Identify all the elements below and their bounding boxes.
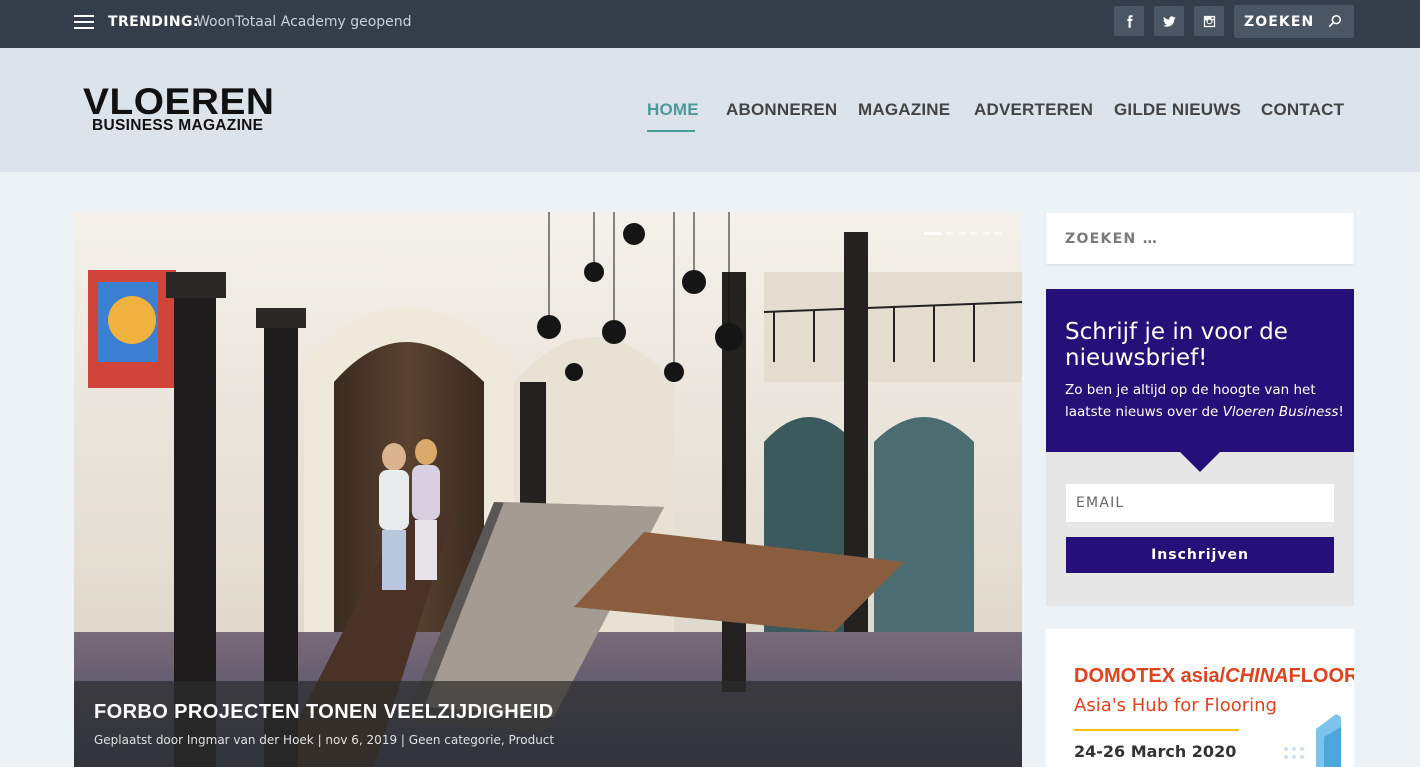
slider-dot[interactable] (946, 232, 954, 235)
ad-dates: 24-26 March 2020 (1074, 742, 1237, 761)
twitter-icon[interactable] (1154, 6, 1184, 36)
sidebar-search-input[interactable] (1046, 213, 1354, 264)
nav-contact[interactable]: CONTACT (1261, 100, 1344, 120)
featured-slider[interactable]: FORBO PROJECTEN TONEN VEELZIJDIGHEID Gep… (74, 212, 1022, 767)
newsletter-header: Schrijf je in voor de nieuwsbrief! Zo be… (1046, 289, 1354, 452)
facebook-icon[interactable] (1114, 6, 1144, 36)
menu-icon[interactable] (74, 15, 94, 29)
category-link[interactable]: Geen categorie (409, 733, 501, 747)
site-logo[interactable]: VLOEREN BUSINESS MAGAZINE (83, 83, 283, 138)
subscribe-button[interactable]: Inschrijven (1066, 537, 1334, 573)
category-separator: , (500, 733, 509, 747)
instagram-icon[interactable] (1194, 6, 1224, 36)
nav-active-indicator (647, 130, 695, 132)
email-field[interactable] (1066, 484, 1334, 522)
ad-title-end: FLOOR (1288, 665, 1355, 687)
ad-divider (1074, 729, 1239, 731)
logo-title: VLOEREN (83, 81, 275, 122)
nav-adverteren[interactable]: ADVERTEREN (974, 100, 1093, 120)
ad-title-italic: CHINA (1225, 665, 1289, 687)
newsletter-widget: Schrijf je in voor de nieuwsbrief! Zo be… (1046, 289, 1354, 606)
nav-abonneren[interactable]: ABONNEREN (726, 100, 837, 120)
top-search-box[interactable]: ZOEKEN (1234, 5, 1354, 38)
ad-title: DOMOTEX asia/CHINAFLOOR (1074, 665, 1354, 688)
top-bar: TRENDING: WoonTotaal Academy geopend ZOE… (0, 0, 1420, 48)
slider-dot[interactable] (958, 232, 966, 235)
slider-dots (924, 232, 1002, 235)
slide-caption: FORBO PROJECTEN TONEN VEELZIJDIGHEID Gep… (74, 681, 1022, 767)
meta-separator: | (397, 733, 409, 747)
newsletter-text-emphasis: Vloeren Business (1222, 404, 1339, 420)
sidebar-search (1046, 213, 1354, 264)
ad-title-part: DOMOTEX asia/ (1074, 665, 1226, 687)
nav-magazine[interactable]: MAGAZINE (858, 100, 950, 120)
domotex-ad[interactable]: DOMOTEX asia/CHINAFLOOR Asia's Hub for F… (1046, 629, 1354, 767)
trending-link[interactable]: WoonTotaal Academy geopend (196, 14, 412, 30)
post-date: nov 6, 2019 (325, 733, 398, 747)
newsletter-text-end: ! (1338, 404, 1344, 420)
newsletter-text: Zo ben je altijd op de hoogte van het la… (1065, 379, 1345, 423)
search-icon[interactable] (1328, 14, 1342, 28)
ad-graphic (1284, 714, 1341, 767)
category-link[interactable]: Product (509, 733, 555, 747)
nav-home[interactable]: HOME (647, 100, 699, 120)
site-header: VLOEREN BUSINESS MAGAZINE HOME ABONNEREN… (0, 48, 1420, 172)
meta-prefix: Geplaatst door (94, 733, 187, 747)
meta-separator: | (313, 733, 326, 747)
post-title[interactable]: FORBO PROJECTEN TONEN VEELZIJDIGHEID (94, 701, 554, 724)
slider-dot[interactable] (994, 232, 1002, 235)
slider-dot[interactable] (982, 232, 990, 235)
newsletter-arrow (1180, 452, 1220, 472)
newsletter-heading: Schrijf je in voor de nieuwsbrief! (1065, 319, 1288, 371)
slider-dot[interactable] (924, 232, 942, 235)
trending-label: TRENDING: (108, 14, 199, 30)
nav-gilde-nieuws[interactable]: GILDE NIEUWS (1114, 100, 1241, 120)
post-meta: Geplaatst door Ingmar van der Hoek | nov… (94, 733, 554, 747)
top-search-label: ZOEKEN (1244, 14, 1315, 30)
slider-dot[interactable] (970, 232, 978, 235)
author-link[interactable]: Ingmar van der Hoek (187, 733, 314, 747)
